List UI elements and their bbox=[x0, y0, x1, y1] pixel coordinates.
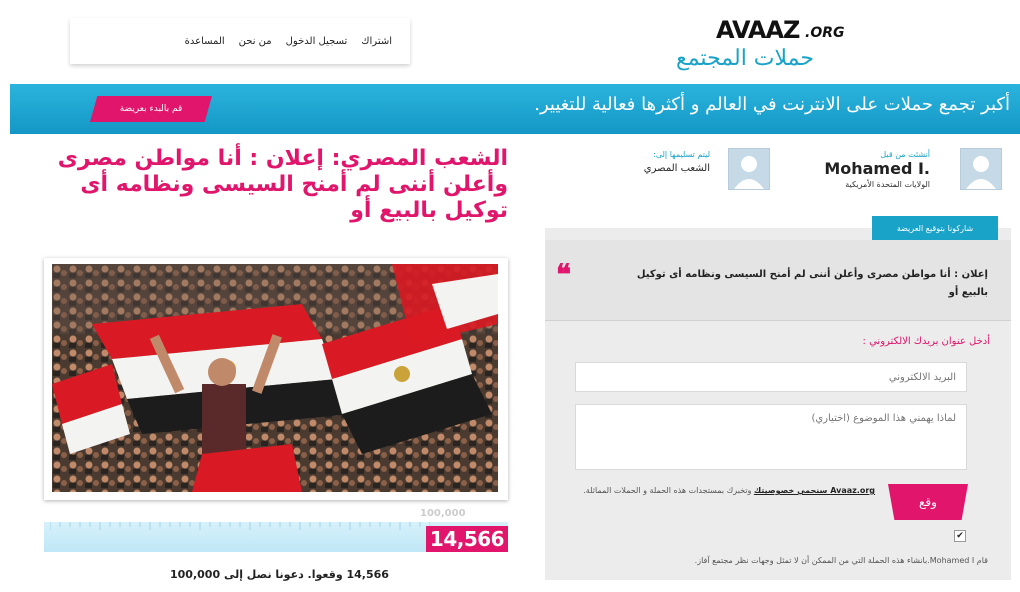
progress-caption: 14,566 وقعوا. دعونا نصل إلى 100,000 bbox=[170, 568, 389, 581]
logo-avaaz[interactable]: AVAAZ bbox=[716, 16, 800, 44]
creator-avatar-icon bbox=[960, 148, 1002, 190]
privacy-note: Avaaz.org سنحمي خصوصيتك وتخبرك بمستجدات … bbox=[575, 484, 875, 497]
creator-location: الولايات المتحدة الأمريكية bbox=[845, 180, 930, 189]
petition-title: الشعب المصري: إعلان : أنا مواطن مصرى وأع… bbox=[57, 146, 508, 223]
creator-label: أنشئت من قبل bbox=[880, 150, 930, 159]
nav-help-link[interactable]: المساعدة bbox=[185, 36, 225, 47]
nav-about-link[interactable]: من نحن bbox=[239, 36, 272, 47]
email-label: أدخل عنوان بريدك الالكتروني : bbox=[862, 336, 990, 347]
creator-name: Mohamed I. bbox=[824, 159, 930, 178]
email-input[interactable] bbox=[575, 362, 967, 392]
privacy-text: وتخبرك بمستجدات هذه الحملة و الحملات الم… bbox=[583, 486, 754, 495]
progress-ticks bbox=[50, 522, 430, 530]
nav-subscribe-link[interactable]: اشتراك bbox=[361, 36, 392, 47]
start-petition-button[interactable]: قم بالبدء بعريضة bbox=[90, 96, 212, 122]
logo-org-suffix: .ORG bbox=[805, 25, 845, 41]
protest-photo-art bbox=[52, 264, 498, 492]
recipient-value: الشعب المصري bbox=[643, 163, 710, 174]
recipient-label: ليتم تسليمها إلى: bbox=[653, 150, 710, 159]
sign-tab: شاركونا بتوقيع العريضة bbox=[872, 216, 998, 240]
reason-textarea[interactable] bbox=[575, 404, 967, 470]
goal-number: 100,000 bbox=[420, 508, 466, 519]
recipient-avatar-icon bbox=[728, 148, 770, 190]
disclaimer-text: قام Mohamed I.بانشاء هذه الحملة التي من … bbox=[694, 556, 988, 565]
protest-photo bbox=[52, 264, 498, 492]
logo-subtitle: حملات المجتمع bbox=[676, 46, 814, 71]
signature-count: 14,566 bbox=[426, 526, 508, 552]
top-nav: اشتراك تسجيل الدخول من نحن المساعدة bbox=[70, 18, 410, 64]
nav-login-link[interactable]: تسجيل الدخول bbox=[286, 36, 348, 47]
quote-mark-icon: ❝ bbox=[556, 258, 572, 291]
privacy-link[interactable]: Avaaz.org سنحمي خصوصيتك bbox=[754, 486, 875, 495]
petition-quote: إعلان : أنا مواطن مصرى وأعلن أننى لم أمن… bbox=[636, 269, 988, 298]
sign-button[interactable]: وقع bbox=[888, 484, 968, 520]
banner-tagline: أكبر تجمع حملات على الانترنت في العالم و… bbox=[534, 94, 1010, 115]
notify-checkbox[interactable]: ✔ bbox=[954, 530, 966, 542]
